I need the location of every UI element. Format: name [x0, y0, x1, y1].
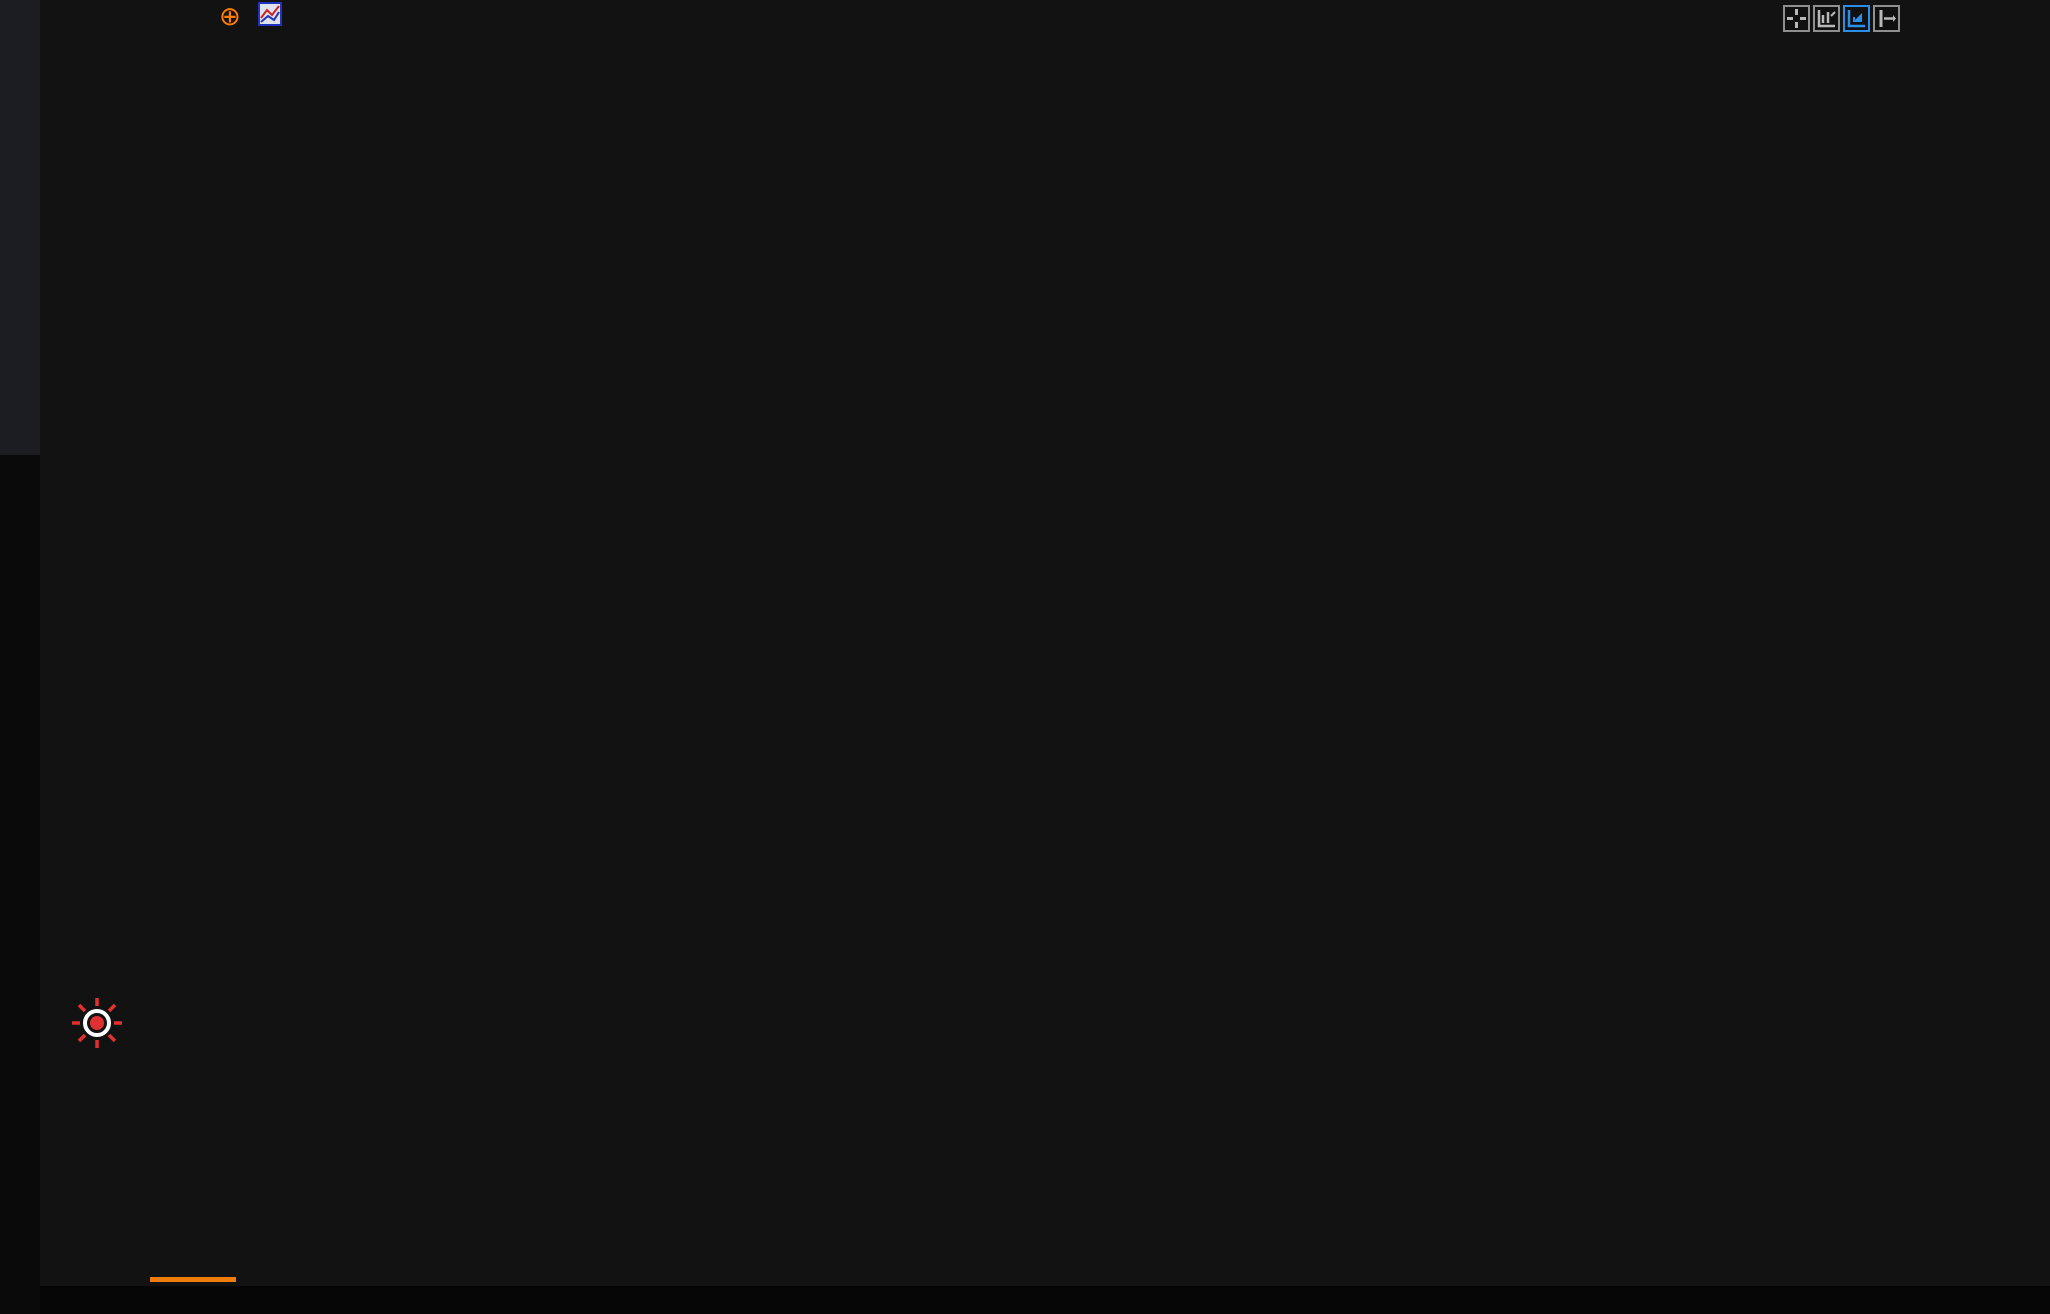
axis-chart-active-button[interactable] — [1843, 5, 1870, 32]
chart-legend: ⊕ — [185, 4, 401, 30]
move-crosshair-button[interactable] — [1783, 5, 1810, 32]
sidebar-lower-strip — [0, 455, 40, 1314]
horizontal-scrollbar-thumb[interactable] — [150, 1277, 236, 1282]
chart-type-sidebar — [0, 0, 40, 455]
indicator-tabbar — [40, 1286, 2050, 1314]
add-indicator-icon[interactable]: ⊕ — [219, 2, 241, 32]
axis-chart-button[interactable] — [1813, 5, 1840, 32]
live-indicator-icon — [70, 996, 124, 1050]
trading-terminal: ⊕ — [0, 0, 2050, 1314]
mini-chart-icon[interactable] — [258, 2, 282, 32]
collapse-right-button[interactable] — [1873, 5, 1900, 32]
chart-canvas[interactable] — [0, 0, 2050, 1314]
chart-toolbar — [1783, 5, 1900, 32]
